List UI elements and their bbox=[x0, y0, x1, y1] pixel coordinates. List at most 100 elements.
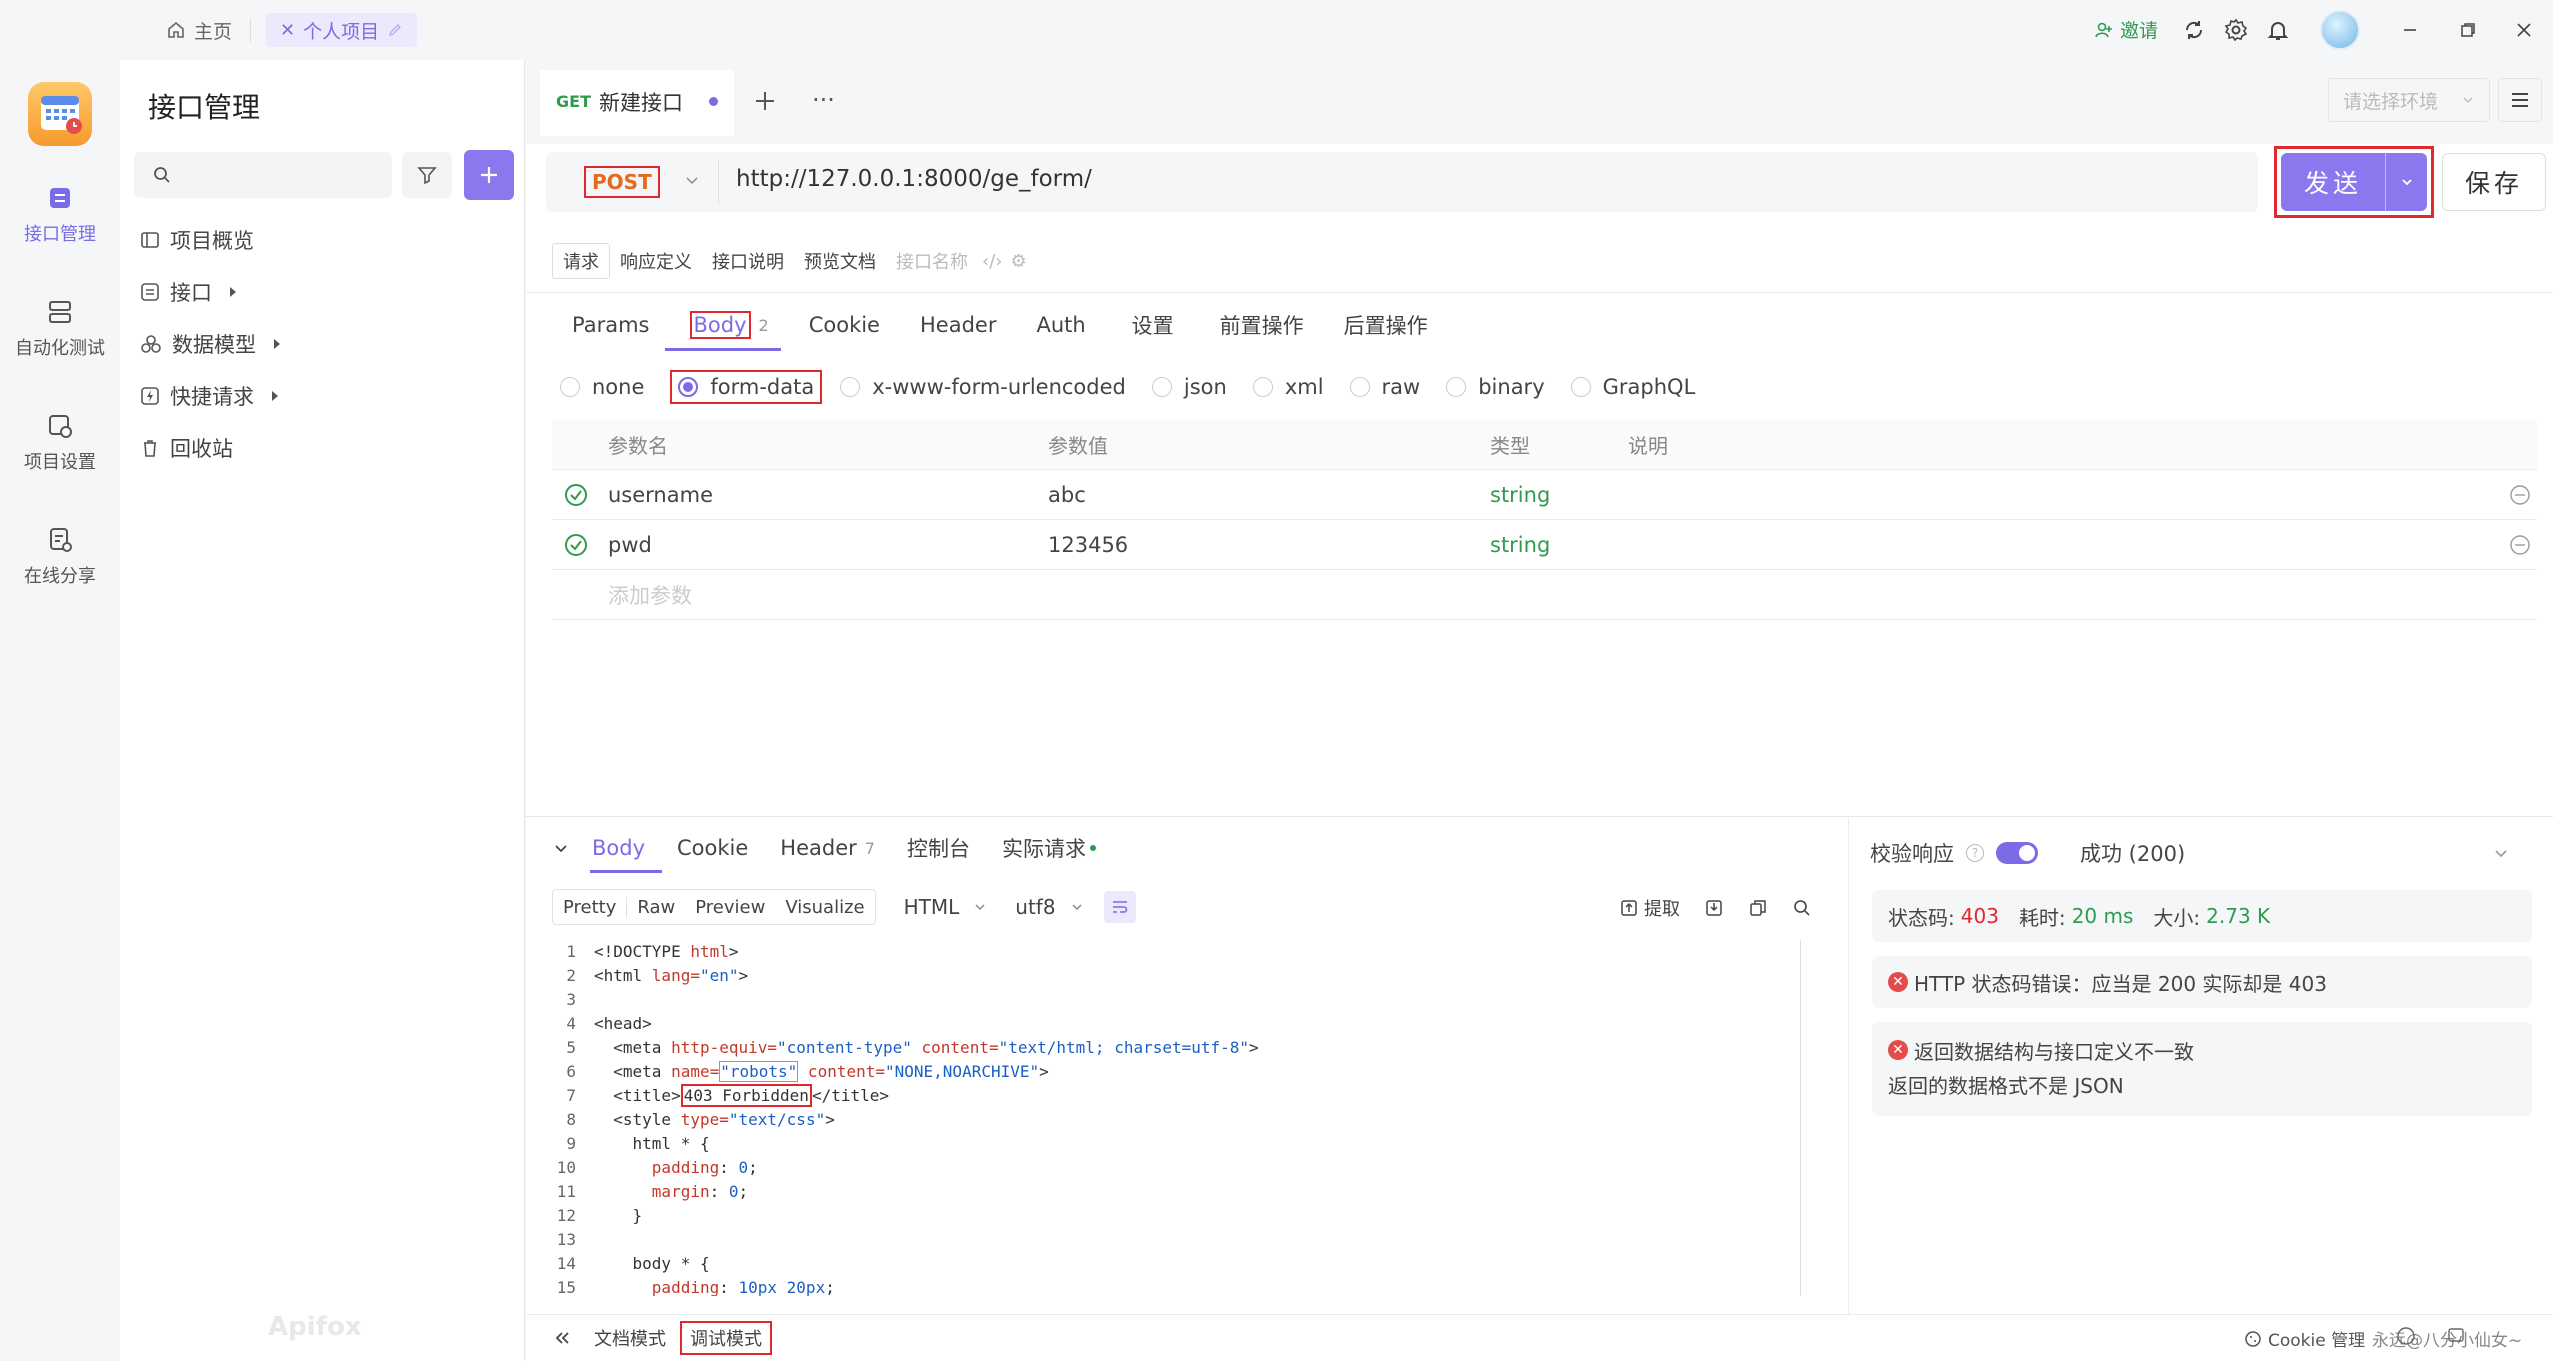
settings-gear-icon[interactable]: ⚙ bbox=[1006, 251, 1030, 272]
notification-button[interactable] bbox=[2262, 14, 2294, 46]
add-button[interactable] bbox=[464, 150, 514, 200]
tab-pre-ops[interactable]: 前置操作 bbox=[1200, 310, 1324, 340]
format-select[interactable]: HTML bbox=[904, 895, 988, 919]
help-icon[interactable]: ? bbox=[1966, 844, 1984, 862]
param-name[interactable]: username bbox=[608, 483, 713, 507]
send-button[interactable]: 发送 bbox=[2281, 153, 2427, 211]
nav-automation-test[interactable]: 自动化测试 bbox=[0, 296, 120, 360]
sync-button[interactable] bbox=[2178, 14, 2210, 46]
resp-tab-actual-request[interactable]: 实际请求 bbox=[1002, 833, 1096, 863]
remove-icon[interactable] bbox=[2509, 484, 2531, 506]
view-pretty[interactable]: Pretty bbox=[553, 896, 628, 918]
restore-button[interactable] bbox=[2452, 14, 2484, 46]
nav-project-settings[interactable]: 项目设置 bbox=[0, 410, 120, 474]
subtab-request[interactable]: 请求 bbox=[552, 243, 610, 279]
subtab-response-def[interactable]: 响应定义 bbox=[610, 244, 702, 278]
tab-settings[interactable]: 设置 bbox=[1106, 310, 1200, 340]
settings-button[interactable] bbox=[2220, 14, 2252, 46]
doc-mode-button[interactable]: 文档模式 bbox=[594, 1325, 666, 1351]
tab-new-api[interactable]: GET 新建接口 bbox=[540, 70, 734, 136]
radio-form-data[interactable]: form-data bbox=[670, 370, 823, 404]
add-param-row[interactable]: 添加参数 bbox=[552, 570, 2537, 620]
view-visualize[interactable]: Visualize bbox=[775, 897, 874, 918]
resp-tab-console[interactable]: 控制台 bbox=[907, 833, 970, 863]
radio-xml[interactable]: xml bbox=[1252, 375, 1324, 399]
radio-none[interactable]: none bbox=[560, 375, 644, 399]
check-circle-icon[interactable] bbox=[564, 533, 588, 557]
subtab-preview-doc[interactable]: 预览文档 bbox=[794, 244, 886, 278]
view-preview[interactable]: Preview bbox=[685, 897, 775, 918]
nav-online-share[interactable]: 在线分享 bbox=[0, 524, 120, 588]
sidebar-search-input[interactable] bbox=[134, 152, 392, 198]
radio-graphql[interactable]: GraphQL bbox=[1570, 375, 1695, 399]
menu-button[interactable] bbox=[2498, 78, 2542, 122]
method-select[interactable]: POST bbox=[584, 166, 660, 198]
feedback-icon[interactable] bbox=[2446, 1326, 2466, 1346]
code-icon[interactable]: ‹/› bbox=[978, 251, 1006, 272]
cookie-manager-button[interactable]: Cookie 管理 bbox=[2244, 1326, 2365, 1351]
sidebar-item-quick-request[interactable]: 快捷请求 bbox=[140, 378, 278, 414]
minimize-button[interactable] bbox=[2394, 14, 2426, 46]
search-icon[interactable] bbox=[1792, 898, 1812, 918]
invite-button[interactable]: 邀请 bbox=[2094, 16, 2158, 43]
code-scrollbar[interactable] bbox=[1800, 940, 1801, 1296]
sidebar-item-overview[interactable]: 项目概览 bbox=[140, 222, 254, 258]
new-tab-button[interactable] bbox=[752, 88, 778, 114]
caret-right-icon[interactable] bbox=[272, 391, 278, 401]
subtab-api-doc[interactable]: 接口说明 bbox=[702, 244, 794, 278]
response-code-viewer[interactable]: 1 <!DOCTYPE html> 2 <html lang="en"> 3 4 <h… bbox=[552, 940, 1820, 1296]
view-raw[interactable]: Raw bbox=[627, 897, 685, 918]
validation-toggle[interactable] bbox=[1996, 842, 2038, 864]
help-circle-icon[interactable] bbox=[2396, 1326, 2416, 1346]
tab-cookie[interactable]: Cookie bbox=[789, 313, 900, 337]
radio-raw[interactable]: raw bbox=[1349, 375, 1420, 399]
window-close-button[interactable] bbox=[2508, 14, 2540, 46]
caret-right-icon[interactable] bbox=[230, 287, 236, 297]
close-icon[interactable]: ✕ bbox=[280, 20, 295, 41]
sidebar-item-data-model[interactable]: 数据模型 bbox=[140, 326, 280, 362]
radio-binary[interactable]: binary bbox=[1446, 375, 1545, 399]
collapse-chevron-icon[interactable] bbox=[552, 839, 570, 857]
param-value[interactable]: 123456 bbox=[1048, 533, 1128, 557]
param-name[interactable]: pwd bbox=[608, 533, 652, 557]
resp-tab-cookie[interactable]: Cookie bbox=[677, 836, 748, 860]
validation-collapse[interactable] bbox=[2492, 844, 2510, 862]
project-tab[interactable]: ✕ 个人项目 bbox=[266, 13, 418, 47]
home-tab[interactable]: 主页 bbox=[158, 14, 240, 46]
download-icon[interactable] bbox=[1704, 898, 1724, 918]
tab-auth[interactable]: Auth bbox=[1016, 313, 1105, 337]
radio-json[interactable]: json bbox=[1151, 375, 1227, 399]
encoding-select[interactable]: utf8 bbox=[1015, 895, 1083, 919]
wrap-toggle[interactable] bbox=[1103, 891, 1136, 923]
param-type[interactable]: string bbox=[1490, 483, 1550, 507]
sidebar-item-trash[interactable]: 回收站 bbox=[140, 430, 233, 466]
edit-icon[interactable] bbox=[387, 22, 403, 38]
tab-post-ops[interactable]: 后置操作 bbox=[1324, 310, 1448, 340]
remove-icon[interactable] bbox=[2509, 534, 2531, 556]
sidebar-item-api[interactable]: 接口 bbox=[140, 274, 236, 310]
tab-header[interactable]: Header bbox=[900, 313, 1016, 337]
collapse-sidebar-icon[interactable] bbox=[552, 1328, 572, 1348]
check-circle-icon[interactable] bbox=[564, 483, 588, 507]
api-name-input[interactable]: 接口名称 bbox=[886, 244, 978, 278]
tab-body[interactable]: Body 2 bbox=[670, 311, 789, 339]
save-button[interactable]: 保存 bbox=[2442, 153, 2546, 211]
resp-tab-header[interactable]: Header 7 bbox=[780, 836, 875, 860]
environment-select[interactable]: 请选择环境 bbox=[2328, 78, 2490, 122]
param-value[interactable]: abc bbox=[1048, 483, 1086, 507]
url-input[interactable]: http://127.0.0.1:8000/ge_form/ bbox=[736, 166, 1092, 192]
param-type[interactable]: string bbox=[1490, 533, 1550, 557]
method-dropdown[interactable] bbox=[684, 172, 700, 188]
more-tabs-button[interactable]: ··· bbox=[812, 86, 835, 114]
tab-params[interactable]: Params bbox=[552, 313, 670, 337]
caret-right-icon[interactable] bbox=[274, 339, 280, 349]
extract-button[interactable]: 提取 bbox=[1620, 895, 1680, 921]
avatar[interactable] bbox=[2320, 10, 2360, 50]
send-dropdown[interactable] bbox=[2386, 174, 2427, 190]
filter-button[interactable] bbox=[402, 152, 452, 198]
debug-mode-button[interactable]: 调试模式 bbox=[680, 1321, 772, 1355]
copy-icon[interactable] bbox=[1748, 898, 1768, 918]
resp-tab-body[interactable]: Body bbox=[592, 836, 645, 860]
radio-urlencoded[interactable]: x-www-form-urlencoded bbox=[840, 375, 1126, 399]
nav-api-management[interactable]: 接口管理 bbox=[0, 182, 120, 246]
